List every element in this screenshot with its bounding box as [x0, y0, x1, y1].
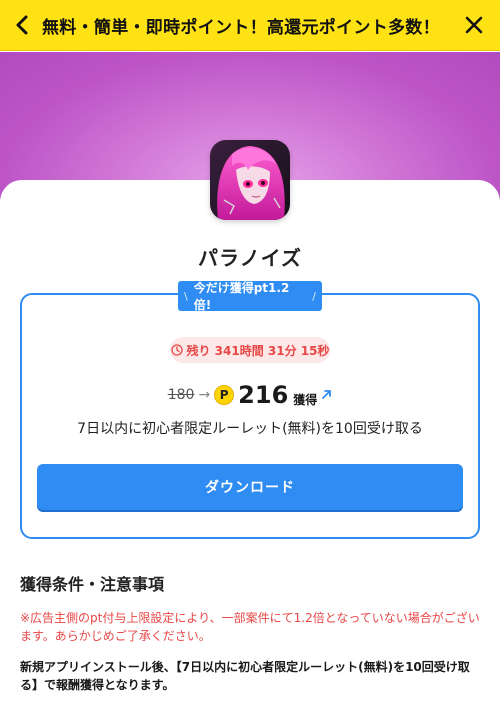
download-button[interactable]: ダウンロード	[37, 464, 463, 510]
ribbon-deco-left: \	[184, 289, 188, 303]
back-button[interactable]	[0, 0, 44, 51]
time-remaining-badge: 残り 341時間 31分 15秒	[170, 337, 330, 363]
points-unit: 獲得	[293, 392, 318, 407]
banner-title: 無料・簡単・即時ポイント！高還元ポイント多数！	[42, 17, 440, 38]
bonus-ribbon: \ 今だけ獲得pt1.2倍! /	[178, 281, 322, 312]
ribbon-text: 今だけ獲得pt1.2倍!	[193, 281, 290, 312]
conditions-title: 獲得条件・注意事項	[20, 575, 165, 594]
new-points: 216	[238, 381, 289, 409]
offer-condition: 7日以内に初心者限定ルーレット(無料)を10回受け取る	[77, 421, 423, 437]
caution-note: ※広告主側のpt付与上限設定により、一部案件にて1.2倍となっていない場合がござ…	[20, 611, 480, 643]
close-button[interactable]	[448, 0, 500, 51]
point-coin-icon: P	[214, 385, 235, 405]
timer-text: 残り 341時間 31分 15秒	[186, 343, 330, 358]
app-name: パラノイズ	[198, 246, 302, 270]
arrow-up-right-icon	[322, 389, 332, 399]
reward-description: 新規アプリインストール後、【7日以内に初心者限定ルーレット(無料)を10回受け取…	[20, 660, 470, 692]
ribbon-deco-right: /	[312, 289, 316, 303]
points-row: 180 → P 216 獲得	[0, 378, 500, 412]
chevron-left-icon	[16, 15, 28, 35]
old-points: 180	[167, 387, 195, 403]
arrow-right-icon: →	[198, 387, 211, 403]
promo-banner: 無料・簡単・即時ポイント！高還元ポイント多数！	[0, 0, 500, 51]
close-icon	[465, 16, 483, 34]
app-icon	[210, 140, 290, 220]
clock-icon	[170, 344, 183, 356]
